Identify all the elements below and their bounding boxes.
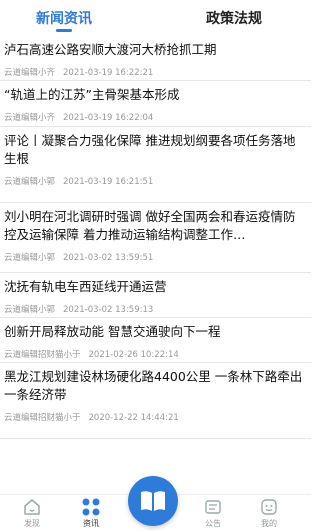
- news-meta: 云道编辑招财猫小于 2021-02-26 10:22:14: [4, 349, 305, 361]
- news-author: 云道编辑招财猫小于: [4, 413, 81, 423]
- grid-icon: [82, 498, 100, 516]
- news-meta: 云道编辑小郭 2021-03-19 16:21:51: [4, 176, 305, 188]
- news-title: 泸石高速公路安顺大渡河大桥抢抓工期: [4, 42, 217, 57]
- center-action-button[interactable]: [128, 476, 178, 526]
- nav-label: 资讯: [83, 519, 99, 528]
- news-meta: 云道编辑小郭 2021-03-02 13:59:51: [4, 252, 305, 264]
- news-author: 云道编辑小郭: [4, 253, 56, 263]
- news-author: 云道编辑招财猫小于: [4, 350, 81, 360]
- news-title: 创新开局释放动能 智慧交通驶向下一程: [4, 324, 221, 339]
- nav-notice[interactable]: 公告: [188, 497, 238, 529]
- tab-news[interactable]: 新闻资讯: [36, 8, 92, 28]
- news-item[interactable]: 沈抚有轨电车西延线开通运营 云道编辑小郭 2021-03-02 13:59:13: [0, 273, 311, 318]
- nav-discover[interactable]: 发现: [7, 497, 57, 529]
- news-time: 2021-03-19 16:22:21: [63, 68, 154, 78]
- news-time: 2021-03-02 13:59:51: [63, 253, 154, 263]
- news-item[interactable]: 刘小明在河北调研时强调 做好全国两会和春运疫情防控及运输保障 着力推动运输结构调…: [0, 203, 311, 273]
- nav-profile[interactable]: 我的: [244, 497, 294, 529]
- news-title: 沈抚有轨电车西延线开通运营: [4, 279, 167, 294]
- news-time: 2021-03-19 16:22:04: [63, 113, 154, 123]
- news-item[interactable]: “轨道上的江苏”主骨架基本形成 云道编辑小齐 2021-03-19 16:22:0…: [0, 81, 311, 127]
- news-author: 云道编辑小郭: [4, 305, 56, 315]
- news-title: 黑龙江规划建设林场硬化路4400公里 一条林下路牵出一条经济带: [4, 369, 303, 402]
- news-author: 云道编辑小郭: [4, 177, 56, 187]
- book-icon: [141, 491, 165, 511]
- nav-label: 公告: [205, 519, 221, 528]
- top-tab-bar: 新闻资讯 政策法规: [0, 0, 311, 36]
- news-meta: 云道编辑小郭 2021-03-02 13:59:13: [4, 304, 305, 316]
- news-title: “轨道上的江苏”主骨架基本形成: [4, 87, 180, 102]
- news-title: 评论丨凝聚合力强化保障 推进规划纲要各项任务落地生根: [4, 133, 296, 166]
- news-time: 2021-03-02 13:59:13: [63, 305, 154, 315]
- nav-news[interactable]: 资讯: [66, 497, 116, 529]
- profile-icon: [261, 499, 277, 515]
- news-time: 2020-12-22 14:44:21: [88, 413, 179, 423]
- tab-policy[interactable]: 政策法规: [206, 8, 262, 28]
- news-author: 云道编辑小齐: [4, 68, 56, 78]
- nav-label: 发现: [24, 519, 40, 528]
- home-icon: [24, 499, 40, 515]
- active-tab-indicator: [56, 29, 72, 32]
- news-item[interactable]: 泸石高速公路安顺大渡河大桥抢抓工期 云道编辑小齐 2021-03-19 16:22…: [0, 36, 311, 81]
- news-meta: 云道编辑招财猫小于 2020-12-22 14:44:21: [4, 412, 305, 424]
- news-item[interactable]: 黑龙江规划建设林场硬化路4400公里 一条林下路牵出一条经济带 云道编辑招财猫小…: [0, 363, 311, 439]
- news-item[interactable]: 创新开局释放动能 智慧交通驶向下一程 云道编辑招财猫小于 2021-02-26 1…: [0, 318, 311, 363]
- news-meta: 云道编辑小齐 2021-03-19 16:22:21: [4, 67, 305, 79]
- news-time: 2021-02-26 10:22:14: [88, 350, 179, 360]
- news-time: 2021-03-19 16:21:51: [63, 177, 154, 187]
- news-list: 泸石高速公路安顺大渡河大桥抢抓工期 云道编辑小齐 2021-03-19 16:22…: [0, 36, 311, 439]
- notice-icon: [205, 500, 221, 514]
- news-author: 云道编辑小齐: [4, 113, 56, 123]
- news-item[interactable]: 评论丨凝聚合力强化保障 推进规划纲要各项任务落地生根 云道编辑小郭 2021-03…: [0, 127, 311, 203]
- nav-label: 我的: [261, 519, 277, 528]
- news-title: 刘小明在河北调研时强调 做好全国两会和春运疫情防控及运输保障 着力推动运输结构调…: [4, 209, 296, 242]
- news-meta: 云道编辑小齐 2021-03-19 16:22:04: [4, 112, 305, 124]
